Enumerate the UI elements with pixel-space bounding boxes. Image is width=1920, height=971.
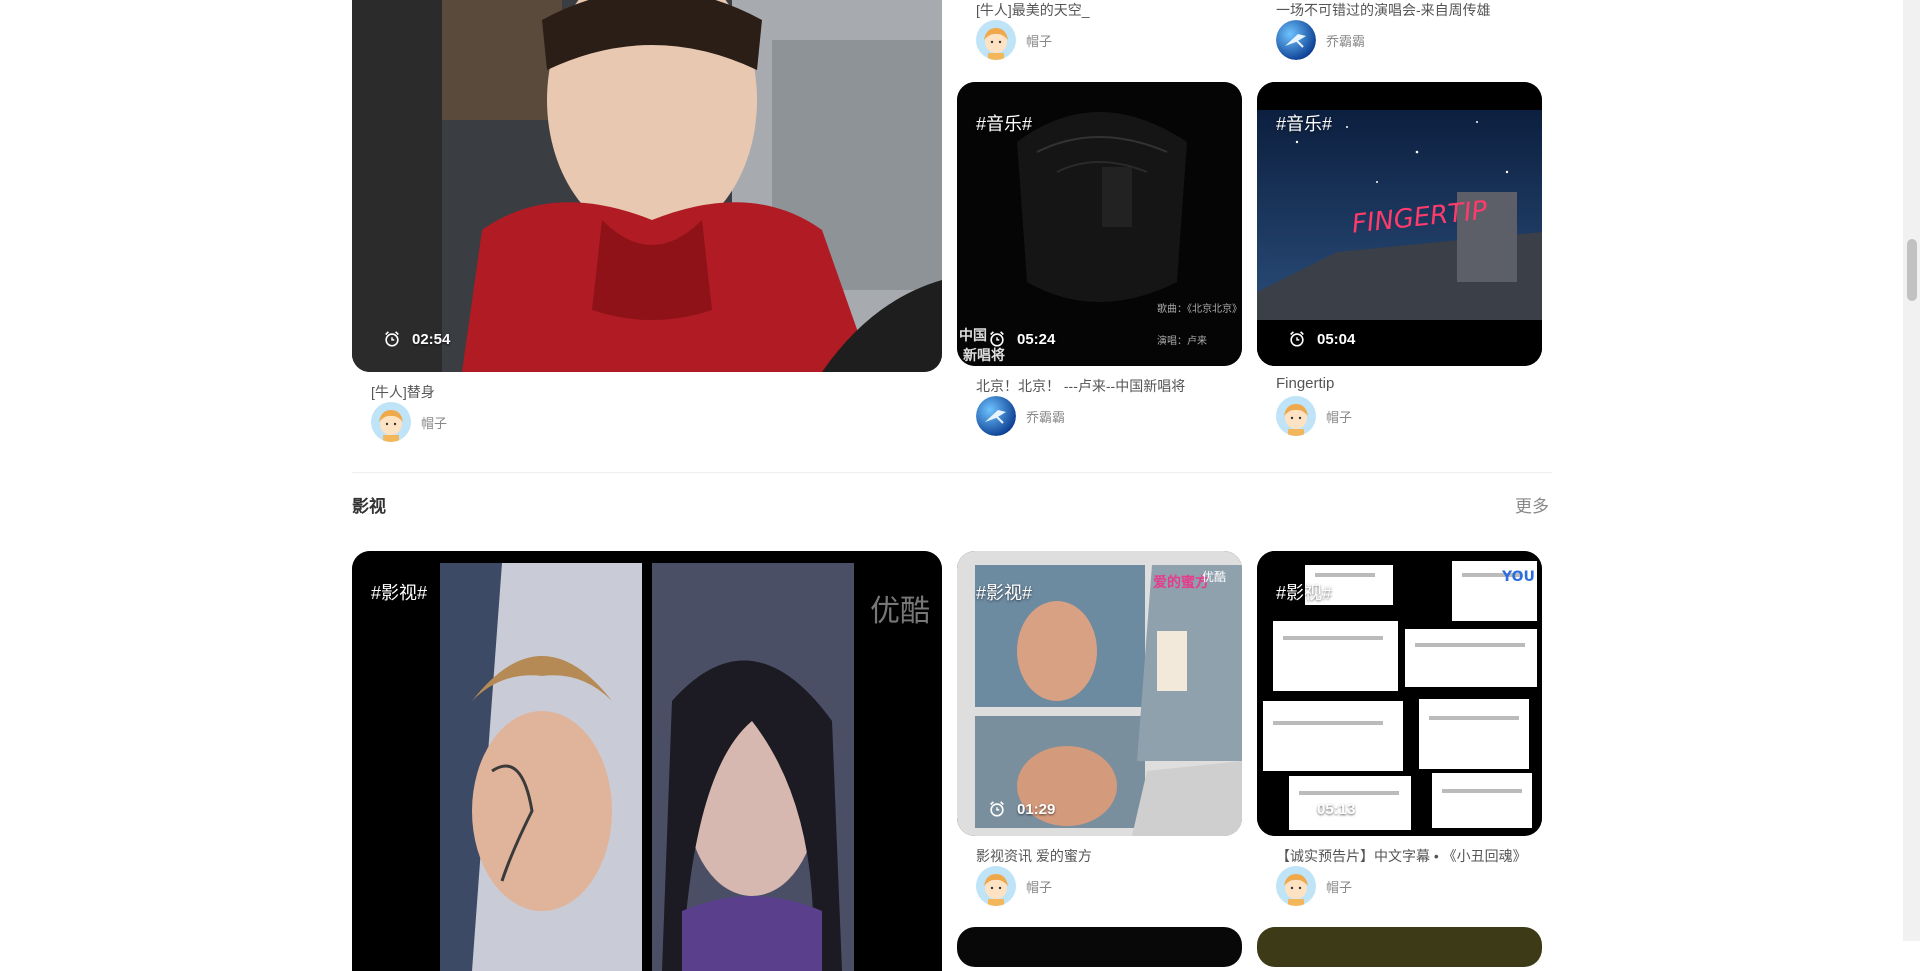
svg-text:YOU: YOU [1501,569,1535,585]
author-avatar[interactable] [1276,396,1316,436]
author-avatar[interactable] [1276,866,1316,906]
video-duration: 01:29 [988,800,1055,818]
more-link[interactable]: 更多 [1515,492,1549,517]
video-title[interactable]: 北京！北京！ ---卢来--中国新唱将 [976,376,1185,396]
video-thumbnail[interactable]: 歌曲：《北京北京》 演唱：卢来 中国 新唱将 #音乐# 05:24 [957,82,1242,366]
video-duration: 05:24 [988,330,1055,348]
svg-text:优酷: 优酷 [1202,570,1226,584]
alarm-clock-icon [988,330,1006,348]
video-author[interactable]: 乔霸霸 [976,396,1065,436]
svg-text:爱的蜜方: 爱的蜜方 [1153,574,1209,591]
author-name[interactable]: 帽子 [1026,31,1052,50]
author-name[interactable]: 乔霸霸 [1326,31,1365,50]
video-title[interactable]: Fingertip [1276,375,1334,392]
category-tag[interactable]: #影视# [1276,579,1332,605]
svg-text:中国: 中国 [959,327,987,344]
video-duration: 05:13 [1288,800,1355,818]
video-thumbnail[interactable]: FINGERTIP #音乐# 05:04 [1257,82,1542,366]
video-duration: 02:54 [383,330,450,348]
svg-text:优酷: 优酷 [870,594,930,629]
video-title[interactable]: 一场不可错过的演唱会-来自周传雄 [1276,0,1491,20]
author-avatar[interactable] [976,396,1016,436]
author-avatar[interactable] [976,20,1016,60]
author-avatar[interactable] [976,866,1016,906]
author-name[interactable]: 乔霸霸 [1026,407,1065,426]
video-author[interactable]: 帽子 [976,20,1052,60]
svg-text:新唱将: 新唱将 [963,347,1005,364]
video-title[interactable]: 影视资讯 爱的蜜方 [976,846,1092,866]
video-title[interactable]: [牛人]最美的天空_ [976,0,1090,20]
category-tag[interactable]: #音乐# [1276,110,1332,136]
video-thumbnail[interactable]: 爱的蜜方 优酷 #影视# 01:29 [957,551,1242,836]
author-name[interactable]: 帽子 [1026,877,1052,896]
author-avatar[interactable] [371,402,411,442]
category-tag[interactable]: #影视# [976,579,1032,605]
video-thumbnail[interactable] [1257,927,1542,967]
category-tag[interactable]: #影视# [371,579,427,605]
scrollbar-thumb[interactable] [1907,239,1917,301]
category-tag[interactable]: #音乐# [976,110,1032,136]
video-author[interactable]: 乔霸霸 [1276,20,1365,60]
alarm-clock-icon [988,800,1006,818]
video-duration: 05:04 [1288,330,1355,348]
video-thumbnail-large[interactable]: 优酷 #影视# [352,551,942,971]
author-avatar[interactable] [1276,20,1316,60]
video-thumbnail-large[interactable]: 02:54 [352,0,942,372]
video-thumbnail[interactable] [957,927,1242,967]
video-author[interactable]: 帽子 [976,866,1052,906]
alarm-clock-icon [1288,330,1306,348]
page-scrollbar[interactable] [1903,0,1920,941]
alarm-clock-icon [383,330,401,348]
video-author[interactable]: 帽子 [371,402,447,442]
video-thumbnail[interactable]: YOU #影视# 05:13 [1257,551,1542,836]
video-title[interactable]: [牛人]替身 [371,382,435,402]
section-title: 影视 [352,497,386,516]
alarm-clock-icon [1288,800,1306,818]
video-title[interactable]: 【诚实预告片】中文字幕 • 《小丑回魂》 [1276,846,1527,866]
svg-text:演唱：卢来: 演唱：卢来 [1157,334,1207,347]
video-author[interactable]: 帽子 [1276,866,1352,906]
author-name[interactable]: 帽子 [1326,877,1352,896]
video-author[interactable]: 帽子 [1276,396,1352,436]
section-divider [352,472,1552,473]
svg-text:歌曲：《北京北京》: 歌曲：《北京北京》 [1157,302,1242,315]
author-name[interactable]: 帽子 [421,413,447,432]
author-name[interactable]: 帽子 [1326,407,1352,426]
